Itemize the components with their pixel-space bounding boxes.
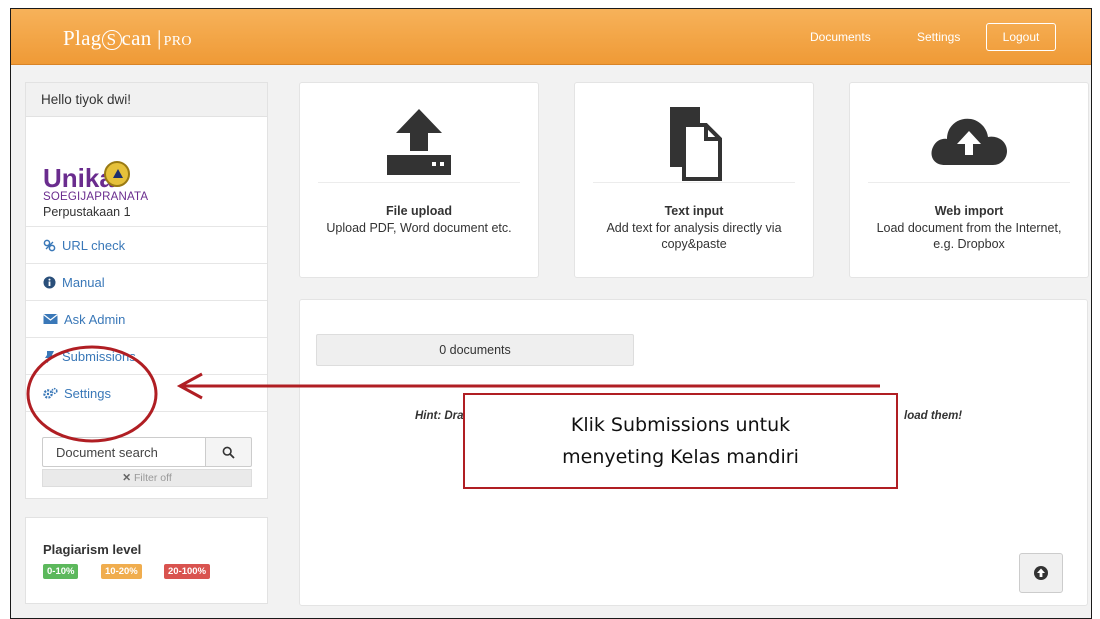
logout-button[interactable]: Logout	[986, 23, 1056, 51]
callout-line-1: Klik Submissions untuk	[570, 414, 791, 436]
nav-settings-link[interactable]: Settings	[917, 30, 960, 44]
cloud-upload-icon	[931, 118, 1007, 165]
close-icon: ✕	[122, 472, 132, 484]
level-badge-low: 0-10%	[43, 564, 79, 579]
plagiarism-level-panel: Plagiarism level 0-10% 10-20% 20-100%	[25, 517, 268, 604]
sidebar-item-label: Settings	[64, 386, 111, 401]
sidebar-item-manual[interactable]: Manual	[26, 264, 267, 301]
card-title: Text input	[664, 204, 724, 218]
card-description: Load document from the Internet, e.g. Dr…	[876, 221, 1062, 251]
pin-icon	[45, 351, 54, 363]
sidebar-item-submissions[interactable]: Submissions	[26, 338, 267, 375]
org-subtitle: SOEGIJAPRANATA	[43, 191, 149, 203]
envelope-icon	[43, 314, 58, 324]
card-title: File upload	[386, 204, 452, 218]
sidebar-item-label: Ask Admin	[64, 312, 126, 327]
sidebar-item-settings[interactable]: Settings	[26, 375, 267, 412]
gears-icon	[43, 387, 58, 399]
level-badge-medium: 10-20%	[101, 564, 142, 579]
arrow-circle-up-icon	[1034, 566, 1048, 580]
annotation-callout: Klik Submissions untuk menyeting Kelas m…	[463, 393, 898, 489]
scroll-top-button[interactable]	[1019, 553, 1063, 593]
search-icon	[222, 446, 235, 459]
greeting: Hello tiyok dwi!	[26, 83, 267, 117]
sidebar-item-url-check[interactable]: URL check	[26, 227, 267, 264]
card-title: Web import	[934, 204, 1004, 218]
drag-drop-hint: Hint: Dra	[415, 410, 464, 422]
text-input-card[interactable]: Text input Add text for analysis directl…	[574, 82, 814, 278]
file-upload-card[interactable]: File upload Upload PDF, Word document et…	[299, 82, 539, 278]
plagiarism-level-title: Plagiarism level	[43, 542, 142, 557]
card-description: Add text for analysis directly via copy&…	[606, 221, 782, 251]
org-logo-text: Unika	[43, 163, 114, 193]
logo-s-mark: S	[101, 30, 122, 50]
level-badge-high: 20-100%	[164, 564, 211, 579]
sidebar-item-label: Submissions	[62, 349, 136, 364]
upload-icon	[387, 109, 451, 175]
sidebar-item-label: Manual	[62, 275, 105, 290]
web-import-card[interactable]: Web import Load document from the Intern…	[849, 82, 1089, 278]
logo-pro-label: PRO	[163, 34, 192, 49]
sidebar: Hello tiyok dwi! Unika SOEGIJAPRANATA Pe…	[25, 82, 268, 499]
org-seal-icon	[104, 161, 130, 187]
info-icon	[43, 276, 56, 289]
document-copy-icon	[670, 107, 722, 181]
organization-block: Unika SOEGIJAPRANATA Perpustakaan 1	[26, 117, 267, 227]
browser-viewport: Plag Scan | PRO Documents Settings Logout …	[10, 8, 1092, 619]
nav-documents-link[interactable]: Documents	[810, 30, 871, 44]
document-search: ✕ Filter off	[42, 437, 252, 487]
callout-line-2: menyeting Kelas mandiri	[562, 446, 799, 468]
sidebar-item-ask-admin[interactable]: Ask Admin	[26, 301, 267, 338]
link-icon	[43, 239, 56, 252]
document-count: 0 documents	[316, 334, 634, 366]
document-search-input[interactable]	[42, 437, 205, 467]
top-navbar: Plag Scan | PRO Documents Settings Logout	[11, 9, 1091, 65]
plagscan-logo[interactable]: Plag Scan | PRO	[63, 26, 192, 51]
sidebar-item-label: URL check	[62, 238, 126, 253]
filter-toggle[interactable]: ✕ Filter off	[42, 469, 252, 487]
card-description: Upload PDF, Word document etc.	[326, 221, 512, 235]
filter-label: Filter off	[134, 472, 172, 484]
drag-drop-hint-end: load them!	[904, 410, 963, 422]
search-button[interactable]	[205, 437, 252, 467]
org-name: Perpustakaan 1	[43, 205, 131, 219]
